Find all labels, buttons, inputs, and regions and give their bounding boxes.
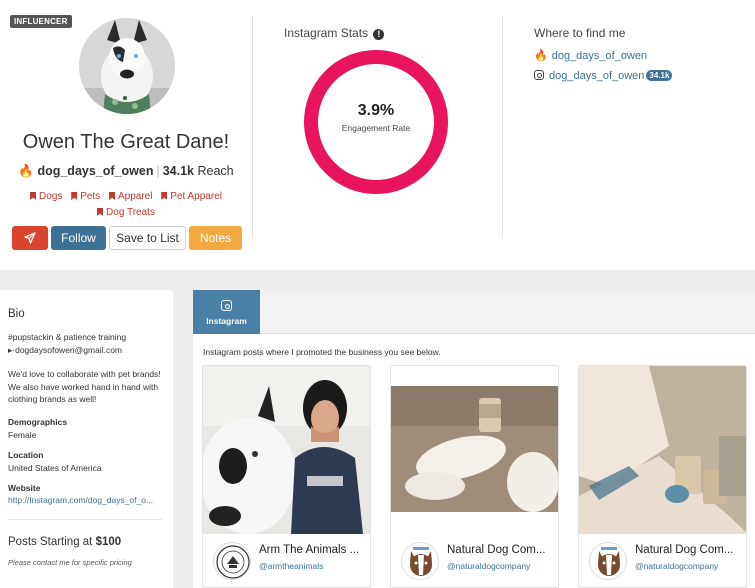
price-prefix: Posts Starting at <box>8 536 93 548</box>
profile-sidebar: Bio #pupstackin & patience training ▸·do… <box>0 290 173 588</box>
brand-name: Natural Dog Com... <box>635 544 734 556</box>
where-item-label: dog_days_of_owen <box>551 50 648 62</box>
instagram-icon <box>221 300 232 311</box>
stats-title: Instagram Stats ! <box>284 26 385 40</box>
post-card[interactable]: Natural Dog Com... @naturaldogcompany <box>390 365 559 588</box>
save-to-list-button[interactable]: Save to List <box>109 226 186 250</box>
profile-header: INFLUENCER Owen The Great Dane! 🔥 dog_da… <box>0 0 755 270</box>
brand-logo-image <box>402 543 438 579</box>
brand-logo-image <box>216 545 250 579</box>
brand-logo-image <box>590 543 626 579</box>
tag-label: Dogs <box>39 191 63 202</box>
stats-title-text: Instagram Stats <box>284 26 369 40</box>
profile-handle[interactable]: dog_days_of_owen <box>37 164 153 178</box>
brand-name: Natural Dog Com... <box>447 544 546 556</box>
post-image <box>391 386 558 512</box>
divider <box>502 16 503 238</box>
reach-stat: 34.1k Reach <box>163 164 234 178</box>
price-note: Please contact me for specific pricing <box>8 558 132 567</box>
brand-logo <box>589 542 627 580</box>
tag-label: Pet Apparel <box>170 191 222 202</box>
engagement-label: Engagement Rate <box>341 123 411 133</box>
send-message-button[interactable] <box>12 226 48 250</box>
avatar[interactable] <box>79 18 175 114</box>
price-value: $100 <box>95 536 122 548</box>
location-label: Location <box>8 450 44 460</box>
tag-pet-apparel[interactable]: Pet Apparel <box>161 189 222 205</box>
website-link[interactable]: http://Instagram.com/dog_days_of_o... <box>8 495 168 505</box>
post-image <box>579 366 746 534</box>
tag-apparel[interactable]: Apparel <box>108 189 153 205</box>
bio-paragraph: We'd love to collaborate with pet brands… <box>8 369 161 404</box>
fire-icon: 🔥 <box>18 164 34 178</box>
follow-button[interactable]: Follow <box>51 226 106 250</box>
avatar-image <box>79 18 175 114</box>
instagram-icon <box>534 70 544 80</box>
profile-name: Owen The Great Dane! <box>22 131 230 153</box>
bookmark-icon <box>108 192 115 200</box>
section-intro: Instagram posts where I promoted the bus… <box>203 347 441 357</box>
tab-instagram[interactable]: Instagram <box>193 290 260 334</box>
divider <box>252 16 253 238</box>
divider: | <box>156 164 160 178</box>
tag-dogs[interactable]: Dogs <box>30 189 62 205</box>
brand-logo <box>213 542 251 580</box>
brand-name: Arm The Animals ... <box>259 544 360 556</box>
fire-icon: 🔥 <box>534 50 548 62</box>
category-tags: Dogs Pets Apparel Pet Apparel Dog Treats <box>18 189 234 221</box>
demographics-value: Female <box>8 430 37 440</box>
price-line: Posts Starting at $100 <box>8 536 121 548</box>
card-footer: Natural Dog Com... @naturaldogcompany <box>579 532 746 587</box>
reach-value: 34.1k <box>162 164 194 178</box>
where-item-instagram[interactable]: dog_days_of_owen 34.1k <box>534 70 673 82</box>
tag-label: Apparel <box>117 191 153 202</box>
post-image <box>203 366 370 534</box>
bio-title: Bio <box>8 308 25 320</box>
reach-label: Reach <box>197 164 234 178</box>
bookmark-icon <box>97 208 104 216</box>
engagement-value: 3.9% <box>357 102 395 119</box>
notes-button[interactable]: Notes <box>189 226 242 250</box>
influencer-badge: INFLUENCER <box>10 15 72 28</box>
bio-email: ▸·dogdaysofowen@gmail.com <box>8 345 123 355</box>
tag-label: Dog Treats <box>106 207 155 218</box>
follower-count-badge: 34.1k <box>646 70 673 81</box>
bookmark-icon <box>71 192 78 200</box>
location-value: United States of America <box>8 463 102 473</box>
info-icon[interactable]: ! <box>373 29 385 40</box>
bookmark-icon <box>161 192 168 200</box>
post-card[interactable]: Natural Dog Com... @naturaldogcompany <box>578 365 747 588</box>
where-item-fire[interactable]: 🔥 dog_days_of_owen <box>534 49 647 62</box>
engagement-ring <box>304 50 448 194</box>
card-footer: Natural Dog Com... @naturaldogcompany <box>391 532 558 587</box>
tag-dog-treats[interactable]: Dog Treats <box>97 205 155 221</box>
post-card[interactable]: Arm The Animals ... @armtheanimals <box>202 365 371 588</box>
main-panel: Instagram Instagram posts where I promot… <box>193 290 755 588</box>
handle-row: 🔥 dog_days_of_owen | 34.1k Reach <box>0 164 252 179</box>
demographics-label: Demographics <box>8 417 68 427</box>
brand-logo <box>401 542 439 580</box>
brand-handle[interactable]: @armtheanimals <box>259 561 323 571</box>
tab-bar: Instagram <box>193 290 755 334</box>
engagement-ring-track <box>304 50 448 194</box>
tab-label: Instagram <box>206 316 247 326</box>
brand-handle[interactable]: @naturaldogcompany <box>447 561 530 571</box>
brand-handle[interactable]: @naturaldogcompany <box>635 561 718 571</box>
where-item-label: dog_days_of_owen <box>549 70 645 82</box>
tag-label: Pets <box>80 191 101 202</box>
tag-pets[interactable]: Pets <box>71 189 100 205</box>
bio-line: #pupstackin & patience training <box>8 332 127 342</box>
where-to-find-title: Where to find me <box>534 26 626 40</box>
website-label: Website <box>8 483 41 493</box>
card-footer: Arm The Animals ... @armtheanimals <box>203 532 370 587</box>
bookmark-icon <box>30 192 37 200</box>
divider <box>8 519 162 520</box>
paper-plane-icon <box>24 232 36 244</box>
